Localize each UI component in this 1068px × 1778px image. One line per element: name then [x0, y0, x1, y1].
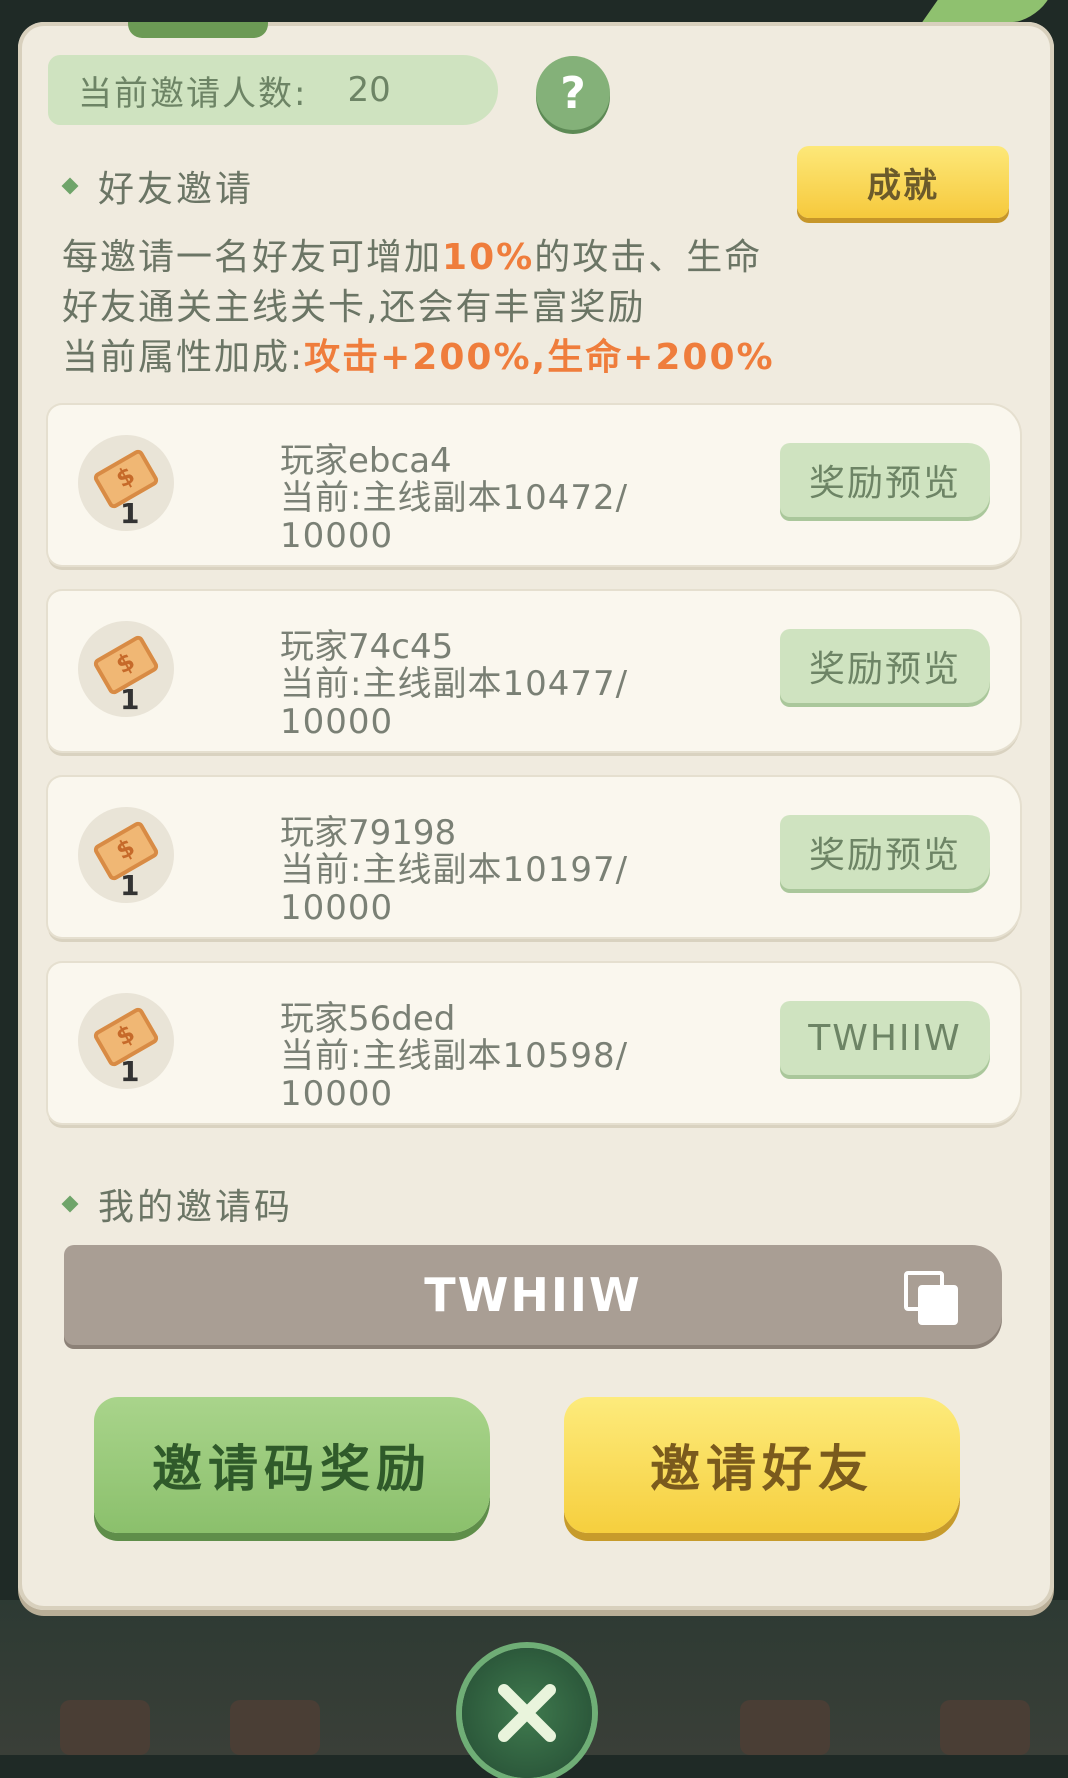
- reward-item[interactable]: 1: [78, 621, 174, 717]
- reward-count: 1: [120, 869, 140, 902]
- invite-friend-button[interactable]: 邀请好友: [564, 1397, 960, 1533]
- invite-description-line2: 好友通关主线关卡,还会有丰富奖励: [62, 287, 646, 328]
- close-icon: [498, 1684, 556, 1742]
- player-card: 1 玩家79198 当前:主线副本10197/10000 奖励预览: [48, 777, 1020, 937]
- background-decoration: [230, 1700, 320, 1755]
- reward-item[interactable]: 1: [78, 435, 174, 531]
- reward-count: 1: [120, 683, 140, 716]
- reward-item[interactable]: 1: [78, 807, 174, 903]
- player-progress: 当前:主线副本10472/10000: [280, 478, 629, 556]
- code-reward-button[interactable]: 邀请码奖励: [94, 1397, 490, 1533]
- player-progress: 当前:主线副本10477/10000: [280, 664, 629, 742]
- close-button[interactable]: [462, 1648, 592, 1778]
- copy-icon[interactable]: [904, 1271, 958, 1325]
- reward-preview-button[interactable]: 奖励预览: [780, 443, 990, 517]
- help-button[interactable]: ?: [536, 56, 610, 130]
- background-decoration: [60, 1700, 150, 1755]
- background-decoration: [940, 1700, 1030, 1755]
- invite-count-bar: 当前邀请人数: 20: [48, 55, 498, 125]
- leaf-decoration: [922, 0, 1048, 22]
- player-progress: 当前:主线副本10598/10000: [280, 1036, 629, 1114]
- player-name: 玩家ebca4: [280, 441, 452, 481]
- reward-preview-button[interactable]: 奖励预览: [780, 815, 990, 889]
- reward-count: 1: [120, 1055, 140, 1088]
- player-card: 1 玩家ebca4 当前:主线副本10472/10000 奖励预览: [48, 405, 1020, 565]
- panel-title-tab: [128, 22, 268, 38]
- friend-invite-heading: 好友邀请: [61, 160, 255, 212]
- player-card: 1 玩家56ded 当前:主线副本10598/10000 TWHIIW: [48, 963, 1020, 1123]
- invite-description-line1: 每邀请一名好友可增加10%的攻击、生命: [62, 237, 763, 278]
- player-progress: 当前:主线副本10197/10000: [280, 850, 629, 928]
- player-name: 玩家56ded: [280, 999, 456, 1039]
- friend-invite-title: 好友邀请: [98, 169, 255, 210]
- current-bonus-line: 当前属性加成:攻击+200%,生命+200%: [62, 337, 775, 378]
- player-code-button[interactable]: TWHIIW: [780, 1001, 990, 1075]
- achievement-button[interactable]: 成就: [797, 146, 1009, 218]
- reward-preview-button[interactable]: 奖励预览: [780, 629, 990, 703]
- background-decoration: [740, 1700, 830, 1755]
- reward-item[interactable]: 1: [78, 993, 174, 1089]
- player-name: 玩家79198: [280, 813, 457, 853]
- player-card: 1 玩家74c45 当前:主线副本10477/10000 奖励预览: [48, 591, 1020, 751]
- my-code-title: 我的邀请码: [98, 1187, 294, 1228]
- invite-count-value: 20: [347, 70, 391, 110]
- my-code-heading: 我的邀请码: [61, 1178, 294, 1230]
- reward-count: 1: [120, 497, 140, 530]
- player-name: 玩家74c45: [280, 627, 454, 667]
- diamond-bullet-icon: [61, 177, 79, 195]
- invite-code-value: TWHIIW: [424, 1268, 642, 1322]
- diamond-bullet-icon: [61, 1195, 79, 1213]
- invite-code-field[interactable]: TWHIIW: [64, 1245, 1002, 1345]
- invite-count-label: 当前邀请人数:: [78, 73, 308, 114]
